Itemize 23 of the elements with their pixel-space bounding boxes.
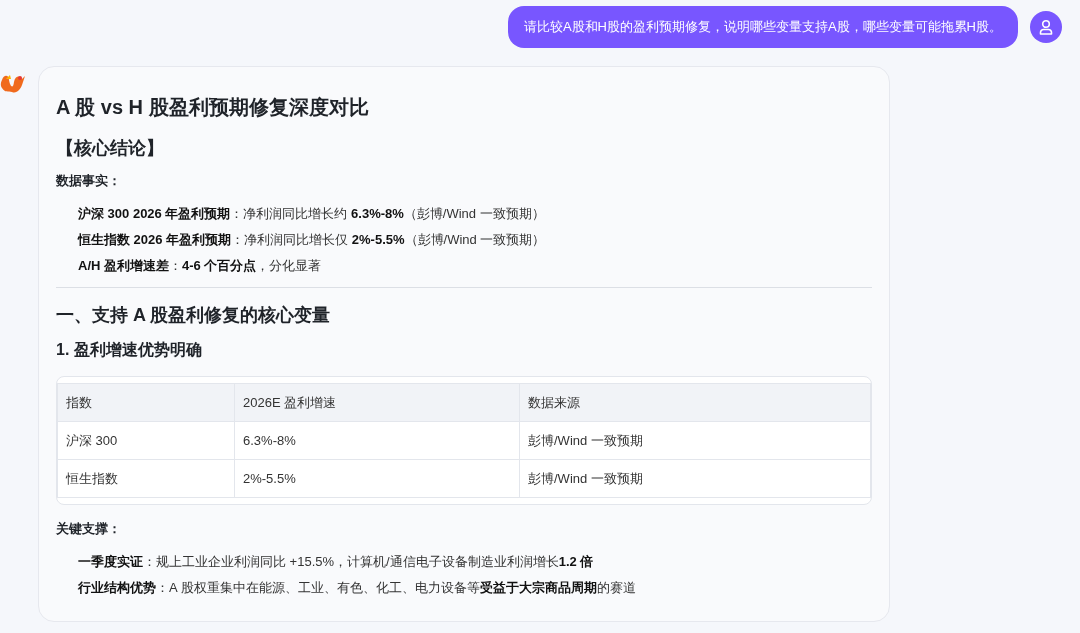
column-header: 指数 (57, 383, 235, 422)
answer-title: A 股 vs H 股盈利预期修复深度对比 (56, 95, 370, 120)
list-item: 行业结构优势：A 股权重集中在能源、工业、有色、化工、电力设备等受益于大宗商品周期的赛道 (77, 579, 637, 597)
table-cell: 2%-5.5% (234, 459, 520, 498)
table-cell: 沪深 300 (57, 421, 235, 460)
table-cell: 恒生指数 (57, 459, 235, 498)
list-item: 恒生指数 2026 年盈利预期：净利润同比增长仅 2%-5.5%（彭博/Wind 一致预期） (76, 231, 547, 249)
paragraph-label: 数据事实： (56, 172, 122, 190)
paragraph-label: 关键支撑： (56, 520, 122, 538)
subsection-heading: 1. 盈利增速优势明确 (56, 340, 203, 360)
section-heading: 一、支持 A 股盈利修复的核心变量 (56, 304, 332, 327)
user-avatar[interactable] (1030, 11, 1062, 43)
list-item: 沪深 300 2026 年盈利预期：净利润同比增长约 6.3%-8%（彭博/Wind 一致预期） (77, 205, 546, 223)
table-cell: 彭博/Wind 一致预期 (519, 421, 871, 460)
person-icon (1039, 19, 1053, 35)
list-item: A/H 盈利增速差：4-6 个百分点，分化显著 (77, 257, 323, 275)
list-item: 一季度实证：规上工业企业利润同比 +15.5%，计算机/通信电子设备制造业利润增长1.2 倍 (77, 553, 595, 571)
column-header: 2026E 盈利增速 (234, 383, 520, 422)
table-cell: 6.3%-8% (234, 421, 520, 460)
table-cell: 彭博/Wind 一致预期 (519, 459, 871, 498)
user-message: 请比较A股和H股的盈利预期修复，说明哪些变量支持A股，哪些变量可能拖累H股。 (507, 6, 1018, 48)
column-header: 数据来源 (519, 383, 871, 422)
section-heading: 【核心结论】 (56, 137, 165, 160)
